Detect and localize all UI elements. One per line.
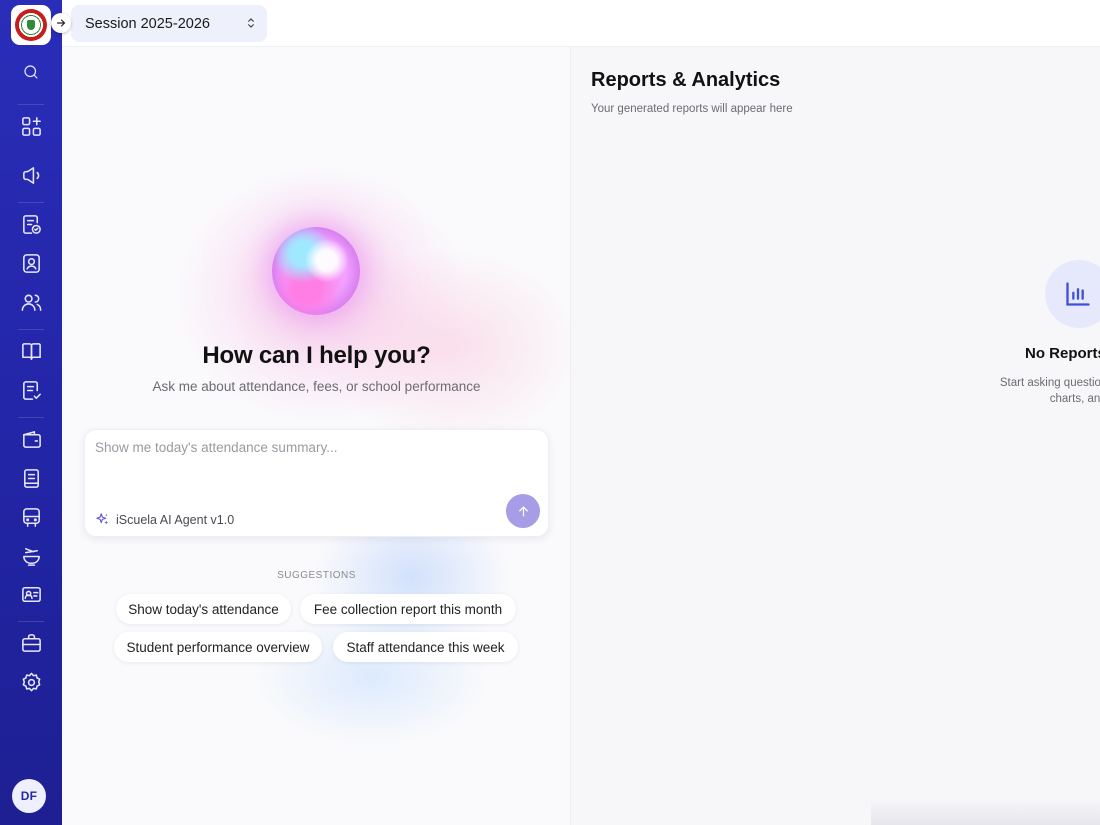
id-card-icon[interactable] [19,582,43,606]
empty-state-line: Start asking questions in the chat to [999,377,1100,389]
reports-title: Reports & Analytics [591,69,781,91]
chat-panel: How can I help you? Ask me about attenda… [62,47,571,825]
sidebar-divider [18,417,44,418]
sidebar-divider [18,329,44,330]
bar-chart-icon [1045,260,1100,328]
sidebar: DF [0,0,62,825]
suggestion-chip[interactable]: Student performance overview [114,632,322,662]
suggestion-chip[interactable]: Fee collection report this month [300,594,516,624]
users-icon[interactable] [19,290,43,314]
suggestions-label: SUGGESTIONS [277,570,356,581]
reports-panel: Reports & Analytics Your generated repor… [571,47,1100,825]
user-avatar[interactable]: DF [12,779,46,813]
clipboard-check-icon[interactable] [19,212,43,236]
chevron-up-down-icon [248,18,254,28]
school-logo[interactable] [11,5,51,45]
suggestion-chip[interactable]: Show today's attendance [116,594,291,624]
agent-badge: iScuela AI Agent v1.0 [95,512,234,527]
contact-icon[interactable] [19,251,43,275]
bottom-shadow [871,799,1100,825]
apps-icon[interactable] [19,114,43,138]
top-bar: Session 2025-2026 [62,0,1100,47]
session-selector[interactable]: Session 2025-2026 [71,5,267,42]
notebook-icon[interactable] [19,466,43,490]
chat-subtitle: Ask me about attendance, fees, or school… [152,379,481,394]
background-glow [252,607,492,747]
arrow-up-icon [518,506,528,516]
empty-state-description: Start asking questions in the chat to ch… [891,375,1100,407]
bus-icon[interactable] [19,505,43,529]
reports-subtitle: Your generated reports will appear here [591,103,793,115]
sidebar-divider [18,202,44,203]
wallet-icon[interactable] [19,427,43,451]
session-label: Session 2025-2026 [85,15,210,32]
sidebar-divider [18,621,44,622]
meal-icon[interactable] [19,544,43,568]
checklist-icon[interactable] [19,378,43,402]
book-open-icon[interactable] [19,339,43,363]
empty-state-line: charts, and data [1049,393,1100,405]
expand-sidebar-button[interactable] [51,13,71,33]
empty-state-title: No Reports [1025,345,1100,362]
settings-icon[interactable] [19,670,43,694]
sidebar-divider [18,104,44,105]
agent-label: iScuela AI Agent v1.0 [116,512,235,527]
arrow-right-icon [56,19,66,27]
sparkles-icon [96,513,109,525]
send-button[interactable] [506,494,540,528]
briefcase-icon[interactable] [19,631,43,655]
search-icon[interactable] [19,60,43,84]
chat-input[interactable] [95,440,515,455]
chat-input-card: iScuela AI Agent v1.0 [84,429,549,537]
megaphone-icon[interactable] [19,163,43,187]
ai-orb [272,227,360,315]
suggestion-chip[interactable]: Staff attendance this week [333,632,518,662]
chat-title: How can I help you? [202,342,431,369]
